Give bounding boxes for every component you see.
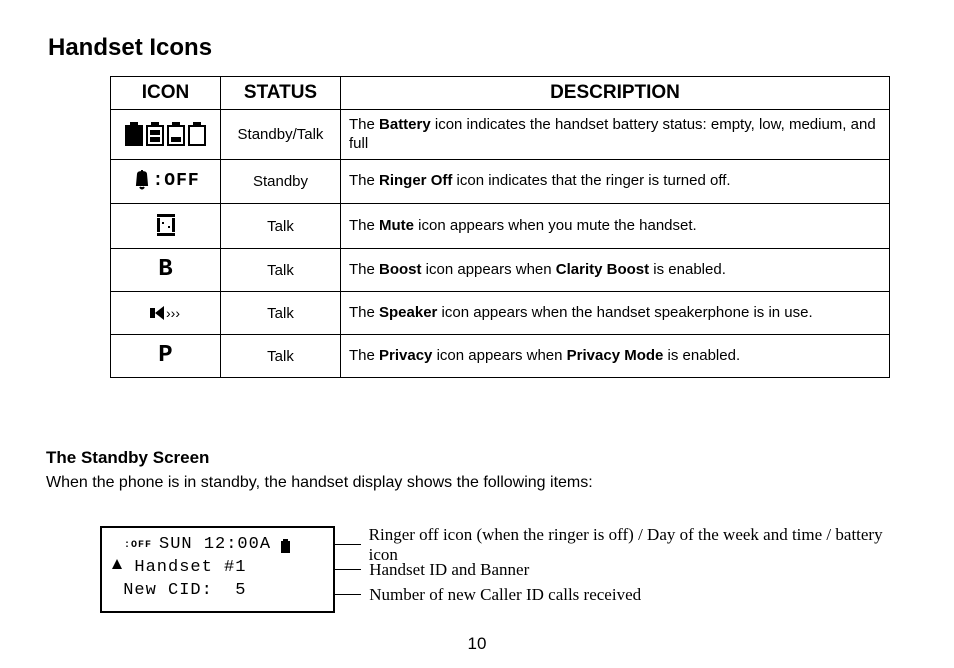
page-number: 10 bbox=[0, 634, 954, 654]
description-cell: The Mute icon appears when you mute the … bbox=[341, 204, 890, 249]
description-cell: The Boost icon appears when Clarity Boos… bbox=[341, 249, 890, 292]
table-row: B Talk The Boost icon appears when Clari… bbox=[111, 249, 890, 292]
callout-text: Handset ID and Banner bbox=[369, 560, 529, 580]
table-row: Talk The Mute icon appears when you mute… bbox=[111, 204, 890, 249]
standby-intro: When the phone is in standby, the handse… bbox=[46, 474, 904, 492]
leader-line-icon bbox=[335, 544, 360, 545]
leader-line-icon bbox=[335, 594, 361, 595]
header-icon: ICON bbox=[111, 77, 221, 110]
table-header-row: ICON STATUS DESCRIPTION bbox=[111, 77, 890, 110]
standby-heading: The Standby Screen bbox=[46, 448, 904, 468]
description-cell: The Ringer Off icon indicates that the r… bbox=[341, 160, 890, 204]
boost-icon: B bbox=[158, 255, 172, 285]
lcd-line-3: New CID: 5 bbox=[112, 580, 325, 603]
callouts: Ringer off icon (when the ringer is off)… bbox=[335, 526, 904, 613]
table-row: ››› Talk The Speaker icon appears when t… bbox=[111, 292, 890, 335]
lcd-screen: :OFF SUN 12:00A Handset #1 New CID: 5 bbox=[100, 526, 335, 613]
battery-icon bbox=[125, 119, 206, 149]
icons-table: ICON STATUS DESCRIPTION Standby/Talk The bbox=[110, 76, 890, 378]
callout-text: Number of new Caller ID calls received bbox=[369, 585, 641, 605]
status-cell: Talk bbox=[221, 249, 341, 292]
page-title: Handset Icons bbox=[48, 34, 904, 62]
description-cell: The Privacy icon appears when Privacy Mo… bbox=[341, 335, 890, 378]
ringer-off-text: :OFF bbox=[153, 171, 200, 191]
callout-row: Handset ID and Banner bbox=[335, 558, 904, 582]
privacy-icon: P bbox=[158, 341, 172, 371]
ringer-off-icon: :OFF bbox=[135, 166, 197, 196]
description-cell: The Speaker icon appears when the handse… bbox=[341, 292, 890, 335]
lcd-line-2: Handset #1 bbox=[112, 557, 325, 580]
status-cell: Standby bbox=[221, 160, 341, 204]
table-row: Standby/Talk The Battery icon indicates … bbox=[111, 109, 890, 160]
lcd-bell-icon bbox=[112, 539, 122, 553]
header-description: DESCRIPTION bbox=[341, 77, 890, 110]
status-cell: Talk bbox=[221, 335, 341, 378]
header-status: STATUS bbox=[221, 77, 341, 110]
lcd-line-1: :OFF SUN 12:00A bbox=[112, 534, 325, 557]
status-cell: Standby/Talk bbox=[221, 109, 341, 160]
status-cell: Talk bbox=[221, 204, 341, 249]
leader-line-icon bbox=[335, 569, 361, 570]
callout-row: Number of new Caller ID calls received bbox=[335, 583, 904, 607]
table-row: :OFF Standby The Ringer Off icon indicat… bbox=[111, 160, 890, 204]
standby-diagram: :OFF SUN 12:00A Handset #1 New CID: 5 Ri… bbox=[100, 526, 904, 613]
lcd-battery-icon bbox=[281, 539, 290, 553]
callout-row: Ringer off icon (when the ringer is off)… bbox=[335, 533, 904, 557]
table-row: P Talk The Privacy icon appears when Pri… bbox=[111, 335, 890, 378]
status-cell: Talk bbox=[221, 292, 341, 335]
mute-icon bbox=[157, 210, 175, 240]
description-cell: The Battery icon indicates the handset b… bbox=[341, 109, 890, 160]
speaker-icon: ››› bbox=[151, 298, 180, 328]
